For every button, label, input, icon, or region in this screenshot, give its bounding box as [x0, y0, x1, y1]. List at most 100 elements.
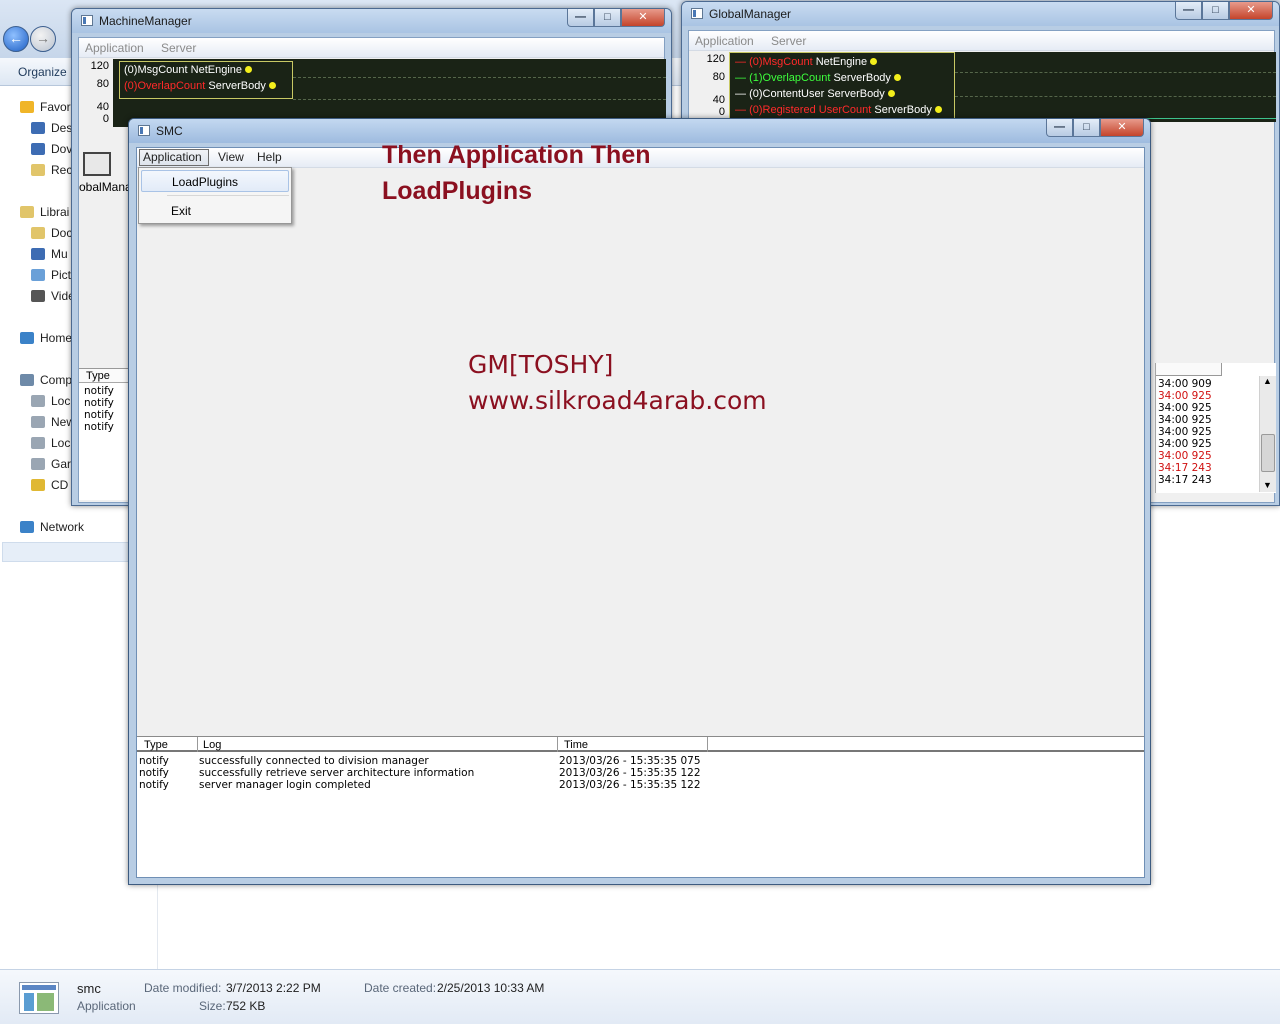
nav-item[interactable]: Des [31, 121, 72, 141]
videos-icon [31, 290, 45, 302]
scroll-down-icon[interactable]: ▼ [1263, 480, 1272, 490]
size-value: 752 KB [226, 999, 266, 1013]
legend-server: ServerBody [208, 80, 266, 92]
drive-icon [31, 458, 45, 470]
column-type[interactable]: Type [86, 370, 110, 382]
log-row[interactable]: notify successfully retrieve server archi… [137, 767, 1144, 779]
legend-swatch: — [735, 88, 750, 100]
log-time-cell: 2013/03/26 - 15:35:35 075 [559, 755, 701, 767]
nav-item[interactable]: Loc [31, 436, 70, 456]
recent-places-icon [31, 164, 45, 176]
time-row: 34:00 909 [1158, 378, 1212, 390]
maximize-button[interactable]: □ [1073, 119, 1100, 137]
nav-item[interactable]: Home [20, 331, 72, 351]
music-icon [31, 248, 45, 260]
minimize-button[interactable]: — [567, 9, 594, 27]
close-button[interactable]: ✕ [1229, 2, 1273, 20]
log-row[interactable]: notify server manager login completed 2013… [137, 779, 1144, 791]
nav-item-label: CD [51, 478, 69, 492]
nav-item[interactable]: Network [20, 520, 84, 540]
nav-item-label: Mu [51, 247, 68, 261]
menu-server[interactable]: Server [161, 41, 196, 55]
nav-item-label: Pict [51, 268, 72, 282]
nav-item[interactable]: CD [31, 478, 68, 498]
legend-series-name: (0)ContentUser [749, 88, 825, 100]
list-row: notify [84, 385, 114, 397]
column-time[interactable]: Time [564, 739, 588, 751]
menu-application[interactable]: Application [85, 41, 144, 55]
axis-tick: 120 [90, 60, 109, 72]
minimize-button[interactable]: — [1175, 2, 1202, 20]
maximize-button[interactable]: □ [594, 9, 621, 27]
minimize-button[interactable]: — [1046, 119, 1073, 137]
legend-server: ServerBody [827, 88, 885, 100]
nav-item-label: Librai [40, 205, 70, 219]
scroll-thumb[interactable] [1261, 434, 1275, 472]
date-created-value: 2/25/2013 10:33 AM [437, 981, 545, 995]
nav-item[interactable]: Librai [20, 205, 69, 225]
nav-item[interactable]: Dov [31, 142, 72, 162]
legend-server: NetEngine [190, 64, 243, 76]
menu-item-loadplugins[interactable]: LoadPlugins [141, 170, 289, 192]
vertical-scrollbar[interactable]: ▲ ▼ [1259, 376, 1276, 492]
legend-entry: — (0)ContentUser ServerBody [735, 88, 895, 100]
list-row: notify [84, 421, 114, 433]
nav-item-label: Des [51, 121, 73, 135]
menu-application[interactable]: Application [695, 34, 754, 48]
axis-tick: 80 [712, 71, 725, 83]
scroll-up-icon[interactable]: ▲ [1263, 376, 1272, 386]
time-row: 34:00 925 [1158, 402, 1212, 414]
status-dot-icon [245, 66, 253, 73]
nav-item[interactable]: Gar [31, 457, 71, 477]
smc-titlebar[interactable]: SMC — □ ✕ [129, 119, 1150, 143]
log-type-cell: notify [139, 755, 169, 767]
file-name: smc [77, 981, 101, 996]
legend-swatch: — [735, 72, 750, 84]
time-list: 34:00 909 34:00 925 34:00 925 34:00 925 34:0… [1155, 363, 1276, 493]
axis-tick: 40 [712, 94, 725, 106]
column-log[interactable]: Log [203, 739, 221, 751]
machine-manager-titlebar[interactable]: MachineManager — □ ✕ [72, 9, 671, 33]
axis-tick: 0 [102, 113, 109, 125]
menu-server[interactable]: Server [771, 34, 806, 48]
nav-item[interactable]: Mu [31, 247, 68, 267]
global-manager-titlebar[interactable]: GlobalManager — □ ✕ [682, 2, 1279, 26]
nav-item[interactable]: Favor [20, 100, 71, 120]
nav-item[interactable]: Vide [31, 289, 75, 309]
legend-entry: — (0)MsgCount NetEngine [735, 56, 878, 68]
pictures-icon [31, 269, 45, 281]
maximize-button[interactable]: □ [1202, 2, 1229, 20]
nav-item[interactable]: New [31, 415, 75, 435]
column-type[interactable]: Type [144, 739, 168, 751]
axis-tick: 0 [718, 106, 725, 118]
back-button[interactable]: ← [3, 26, 29, 52]
app-icon [81, 15, 93, 26]
organize-button[interactable]: Organize [18, 65, 67, 79]
nav-item-label: Network [40, 520, 85, 534]
menu-help[interactable]: Help [257, 150, 282, 164]
nav-item[interactable]: Pict [31, 268, 71, 288]
legend-swatch: — [735, 56, 750, 68]
menu-application[interactable]: Application [143, 150, 202, 164]
computer-icon [20, 374, 34, 386]
graph-area: (0)MsgCount NetEngine (0)OverlapCount Se… [113, 59, 666, 127]
nav-item[interactable]: Rec [31, 163, 72, 183]
details-pane: smc Application Date modified: 3/7/2013 … [0, 969, 1280, 1024]
log-row[interactable]: notify successfully connected to division… [137, 755, 1144, 767]
nav-item[interactable]: Doc [31, 226, 72, 246]
close-button[interactable]: ✕ [1100, 119, 1144, 137]
legend-server: ServerBody [874, 104, 932, 116]
time-row: 34:17 243 [1158, 474, 1212, 486]
server-node[interactable]: obalManag [79, 148, 138, 196]
nav-item[interactable]: Loc [31, 394, 70, 414]
window-title: SMC [156, 124, 183, 138]
libraries-icon [20, 206, 34, 218]
menu-view[interactable]: View [218, 150, 244, 164]
forward-button[interactable]: → [30, 26, 56, 52]
menu-item-exit[interactable]: Exit [141, 200, 289, 222]
local-disk-icon [31, 437, 45, 449]
close-button[interactable]: ✕ [621, 9, 665, 27]
drive-icon [31, 416, 45, 428]
nav-item[interactable]: Comp [20, 373, 72, 393]
legend-series-name: (0)Registered UserCount [749, 104, 872, 116]
